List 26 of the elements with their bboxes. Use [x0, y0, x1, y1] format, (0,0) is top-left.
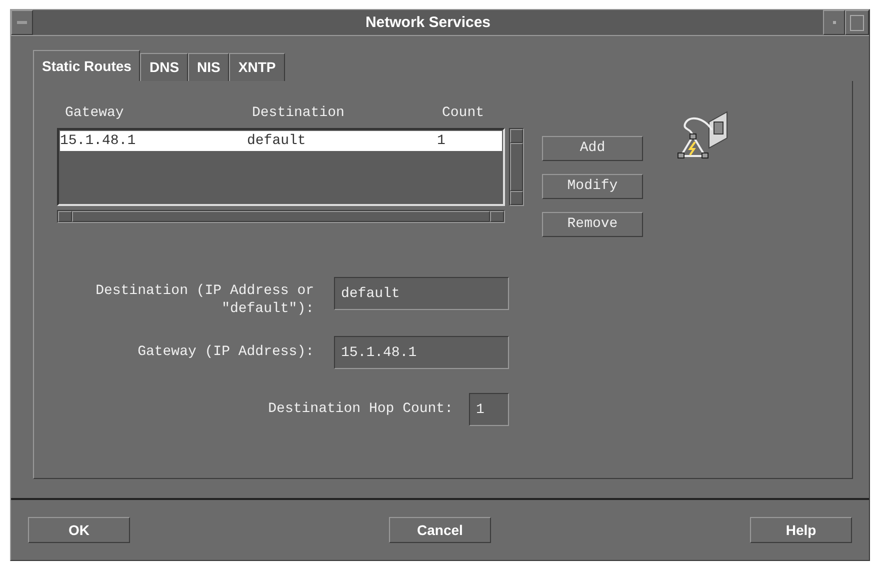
tab[interactable]: XNTP: [229, 53, 285, 81]
route-row[interactable]: 15.1.48.1 default 1: [60, 131, 502, 151]
field-label: Gateway (IP Address):: [138, 343, 314, 362]
route-action-button[interactable]: Modify: [542, 174, 643, 199]
maximize-button[interactable]: [845, 10, 869, 35]
column-header: Gateway: [65, 104, 125, 123]
dialog-button[interactable]: Help: [750, 517, 852, 543]
tab[interactable]: Static Routes: [33, 50, 140, 81]
vertical-scrollbar[interactable]: [509, 128, 524, 206]
column-header: Count: [442, 104, 486, 123]
column-header: Destination: [252, 104, 346, 123]
text-field[interactable]: 15.1.48.1: [334, 336, 509, 369]
window-menu-button[interactable]: [11, 10, 33, 35]
window-title: Network Services: [33, 10, 823, 35]
route-action-button[interactable]: Add: [542, 136, 643, 161]
horizontal-scrollbar[interactable]: [57, 210, 505, 223]
tab[interactable]: NIS: [188, 53, 230, 81]
text-field[interactable]: default: [334, 277, 509, 310]
text-field[interactable]: 1: [469, 393, 509, 426]
minimize-button[interactable]: [823, 10, 845, 35]
dialog-button[interactable]: OK: [28, 517, 130, 543]
dialog-button[interactable]: Cancel: [389, 517, 491, 543]
tab[interactable]: DNS: [140, 53, 188, 81]
route-action-button[interactable]: Remove: [542, 212, 643, 237]
field-label: Destination Hop Count:: [268, 400, 453, 419]
field-label: Destination (IP Address or "default"):: [94, 282, 314, 318]
